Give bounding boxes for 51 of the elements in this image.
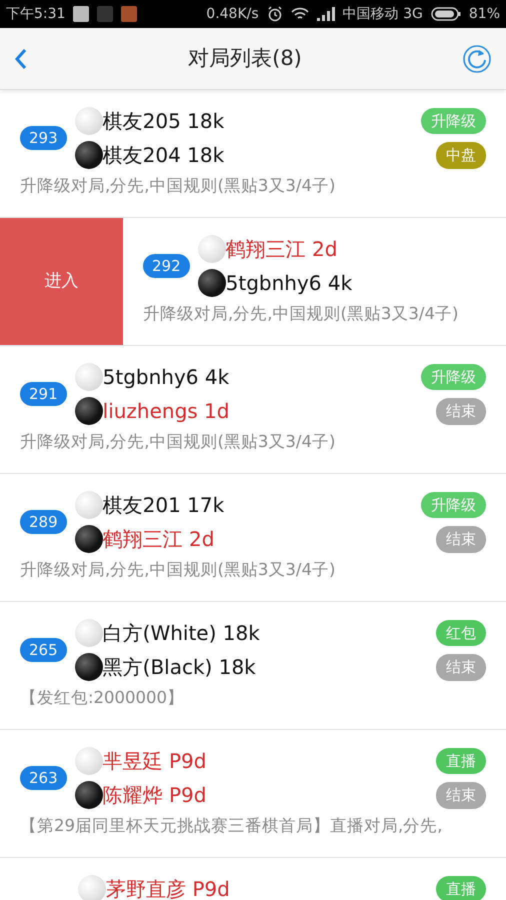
status-tag: 红包	[436, 620, 486, 646]
status-tag: 中盘	[436, 142, 486, 168]
game-number: 289	[20, 510, 67, 534]
player-name: 棋友205 18k	[102, 108, 224, 135]
player-name: 茅野直彦 P9d	[106, 876, 230, 900]
battery-icon	[430, 7, 461, 21]
wifi-icon	[290, 7, 309, 21]
alarm-icon	[266, 6, 283, 22]
status-tag: 结束	[436, 526, 486, 552]
status-tag: 升降级	[421, 108, 486, 134]
player-name: 黑方(Black) 18k	[102, 654, 256, 681]
notification-icon	[73, 6, 90, 22]
signal-icon	[316, 7, 335, 21]
screen-title: 对局列表(8)	[188, 44, 302, 72]
game-description: 升降级对局,分先,中国规则(黑贴3又3/4子)	[20, 431, 336, 453]
notification-icon	[121, 6, 138, 22]
player-name: liuzhengs 1d	[102, 398, 230, 425]
back-icon[interactable]	[14, 48, 28, 70]
status-tag: 升降级	[421, 364, 486, 390]
notification-icon	[97, 6, 114, 22]
network-speed: 0.48K/s	[206, 4, 259, 24]
status-tag: 结束	[436, 398, 486, 424]
refresh-icon[interactable]	[462, 44, 492, 74]
game-description: 升降级对局,分先,中国规则(黑贴3又3/4子)	[143, 303, 460, 325]
player-name: 棋友204 18k	[102, 142, 224, 169]
status-tag: 结束	[436, 782, 486, 808]
player-name: 陈耀烨 P9d	[102, 782, 206, 809]
status-tag: 直播	[436, 876, 486, 900]
player-name: 鹤翔三江 2d	[102, 526, 214, 553]
carrier-name: 中国移动 3G	[342, 4, 423, 24]
game-number: 263	[20, 766, 67, 790]
player-name: 棋友201 17k	[102, 492, 224, 519]
player-name: 5tgbnhy6 4k	[102, 364, 230, 391]
status-tag: 直播	[436, 748, 486, 774]
status-tag: 结束	[436, 654, 486, 680]
game-description: 【发红包:2000000】	[20, 687, 186, 709]
game-number: 292	[143, 254, 190, 278]
status-time: 下午5:31	[6, 4, 66, 24]
enter-button[interactable]: 进入	[0, 218, 123, 345]
game-number: 293	[20, 126, 67, 150]
player-name: 鹤翔三江 2d	[226, 236, 338, 263]
battery-percent: 81%	[468, 4, 500, 24]
game-number: 265	[20, 638, 67, 662]
game-description: 升降级对局,分先,中国规则(黑贴3又3/4子)	[20, 175, 336, 197]
player-name: 5tgbnhy6 4k	[226, 270, 352, 297]
game-description: 升降级对局,分先,中国规则(黑贴3又3/4子)	[20, 559, 336, 581]
game-description: 【第29届同里杯天元挑战赛三番棋首局】直播对局,分先,	[20, 815, 444, 837]
player-name: 白方(White) 18k	[102, 620, 260, 647]
game-number: 291	[20, 382, 67, 406]
player-name: 芈昱廷 P9d	[102, 748, 206, 775]
status-tag: 升降级	[421, 492, 486, 518]
